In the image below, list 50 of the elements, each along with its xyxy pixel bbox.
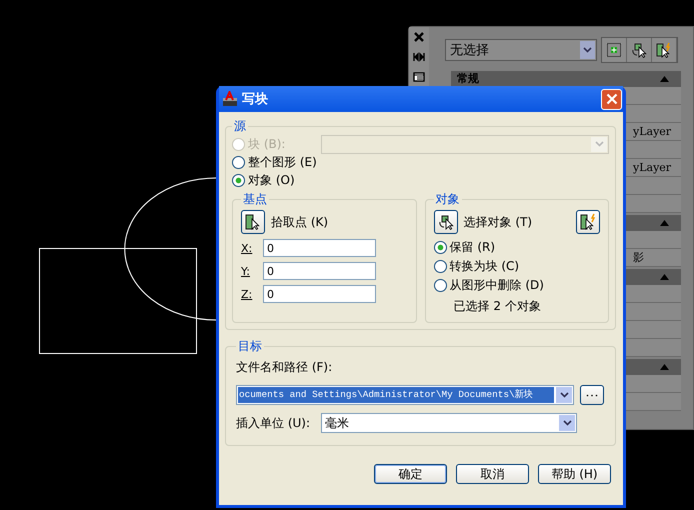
- select-objects-button[interactable]: [434, 210, 458, 234]
- coordinate-field[interactable]: 0: [263, 285, 376, 303]
- file-path-label: 文件名和路径 (F):: [236, 359, 332, 376]
- file-path-dropdown[interactable]: ocuments and Settings\Administrator\My Documents\新块: [236, 385, 574, 405]
- group-title: 源: [233, 118, 247, 135]
- properties-icon[interactable]: [413, 71, 425, 83]
- add-square-icon: [606, 42, 622, 58]
- cursor-icon: [244, 213, 262, 231]
- radio-option[interactable]: 对象 (O): [232, 171, 295, 189]
- cursor-icon: [630, 42, 648, 58]
- property-value: yLayer: [633, 161, 672, 174]
- close-icon[interactable]: [413, 31, 425, 43]
- units-label: 插入单位 (U):: [236, 414, 310, 432]
- coordinate-field[interactable]: 0: [263, 239, 376, 257]
- pick-point-button[interactable]: [241, 210, 265, 234]
- coordinate-field[interactable]: 0: [263, 262, 376, 280]
- cancel-button[interactable]: 取消: [456, 464, 529, 484]
- select-objects-label: 选择对象 (T): [464, 214, 532, 230]
- selection-dropdown[interactable]: 无选择: [445, 39, 597, 61]
- coordinate-label: Y:: [241, 264, 251, 278]
- group-title: 基点: [242, 191, 268, 208]
- radio-option[interactable]: 从图形中删除 (D): [434, 276, 600, 294]
- group-title: 目标: [237, 338, 263, 355]
- property-value: 影: [633, 250, 644, 265]
- quick-select-icon: [655, 42, 673, 58]
- selection-count: 已选择 2 个对象: [454, 298, 542, 315]
- cursor-icon: [436, 213, 454, 231]
- window-title: 写块: [242, 91, 268, 108]
- ok-button[interactable]: 确定: [374, 464, 447, 484]
- coordinate-label: X:: [241, 242, 254, 254]
- group-title: 对象: [434, 191, 460, 208]
- coordinate-label: Z:: [241, 288, 254, 300]
- app-icon: [222, 91, 238, 107]
- units-dropdown[interactable]: 毫米: [321, 413, 577, 433]
- radio-option[interactable]: 保留 (R): [434, 238, 600, 256]
- quick-select-button[interactable]: [652, 38, 677, 62]
- property-value: yLayer: [633, 125, 672, 138]
- resize-arrows-icon[interactable]: [413, 51, 425, 63]
- ellipsis-icon: [586, 394, 598, 396]
- close-icon: [606, 93, 618, 105]
- browse-button[interactable]: [580, 385, 604, 405]
- pick-point-label: 拾取点 (K): [271, 214, 328, 230]
- quick-select-icon: [579, 213, 597, 231]
- radio-option[interactable]: 转换为块 (C): [434, 257, 600, 275]
- select-objects-button[interactable]: [627, 38, 652, 62]
- radio-option[interactable]: 整个图形 (E): [232, 153, 317, 171]
- close-button[interactable]: [601, 88, 622, 110]
- quick-select-button[interactable]: [576, 210, 600, 234]
- toggle-pickadd-button[interactable]: [602, 38, 627, 62]
- help-button[interactable]: 帮助 (H): [538, 464, 611, 484]
